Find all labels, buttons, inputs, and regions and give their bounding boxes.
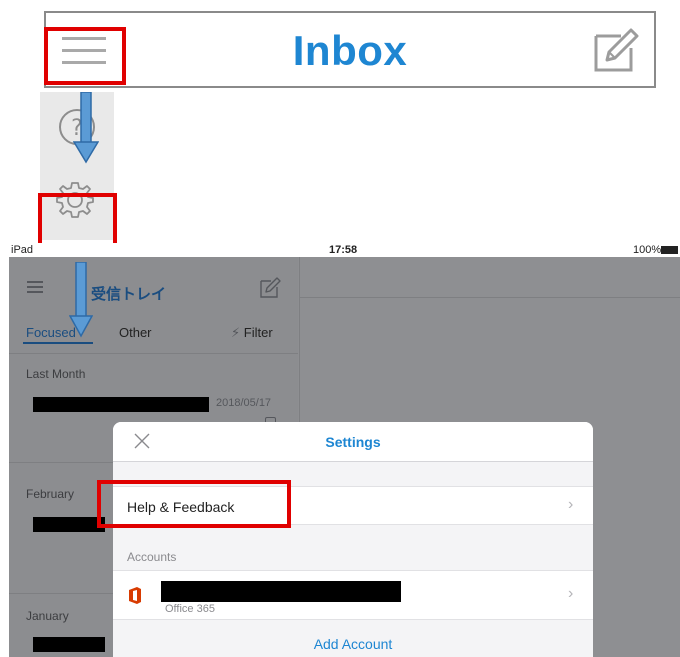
section-header-february: February [26, 487, 75, 501]
arrow-down-icon [69, 262, 93, 338]
battery-icon [661, 246, 678, 254]
compose-icon[interactable] [259, 277, 281, 299]
redacted-account-email [161, 581, 401, 602]
redacted-sender [33, 397, 209, 412]
gear-highlight [38, 193, 117, 248]
status-battery-percent: 100% [633, 244, 662, 256]
chevron-right-icon: › [568, 585, 574, 602]
help-feedback-highlight [97, 480, 291, 528]
arrow-down-icon [73, 92, 99, 164]
filter-icon: ⚡ [231, 325, 241, 340]
ipad-screenshot: iPad 17:58 100% 受信トレイ Focused Other ⚡ Fi… [9, 243, 680, 657]
redacted-sender [33, 517, 105, 532]
settings-header: Settings [113, 422, 593, 462]
filter-button[interactable]: ⚡ Filter [231, 325, 273, 341]
hamburger-highlight [44, 27, 126, 85]
redacted-sender [33, 637, 105, 652]
compose-icon[interactable] [591, 28, 641, 74]
status-time: 17:58 [329, 244, 358, 256]
hamburger-icon[interactable] [27, 281, 45, 293]
status-bar: iPad 17:58 100% [9, 243, 680, 257]
chevron-right-icon: › [568, 496, 574, 513]
account-type: Office 365 [165, 603, 215, 615]
settings-title: Settings [325, 434, 381, 450]
accounts-section-header: Accounts [127, 550, 177, 564]
zoomed-inbox-title: Inbox [292, 27, 408, 74]
office-icon [129, 587, 141, 604]
reading-pane-header [300, 257, 680, 298]
tab-other[interactable]: Other [119, 325, 152, 340]
add-account-button[interactable]: Add Account [113, 636, 593, 652]
divider [9, 353, 298, 354]
zoomed-inbox-header: Inbox [44, 11, 656, 88]
filter-label: Filter [243, 325, 273, 340]
message-date: 2018/05/17 [216, 397, 272, 409]
account-row[interactable]: Office 365 › [113, 570, 593, 620]
section-header-january: January [26, 609, 69, 623]
mailbox-title: 受信トレイ [91, 286, 167, 303]
status-device: iPad [11, 244, 34, 256]
tab-focused-underline [23, 342, 93, 344]
settings-sheet: Settings Help & Feedback › Accounts Offi… [113, 422, 593, 657]
section-header-last-month: Last Month [26, 367, 86, 381]
